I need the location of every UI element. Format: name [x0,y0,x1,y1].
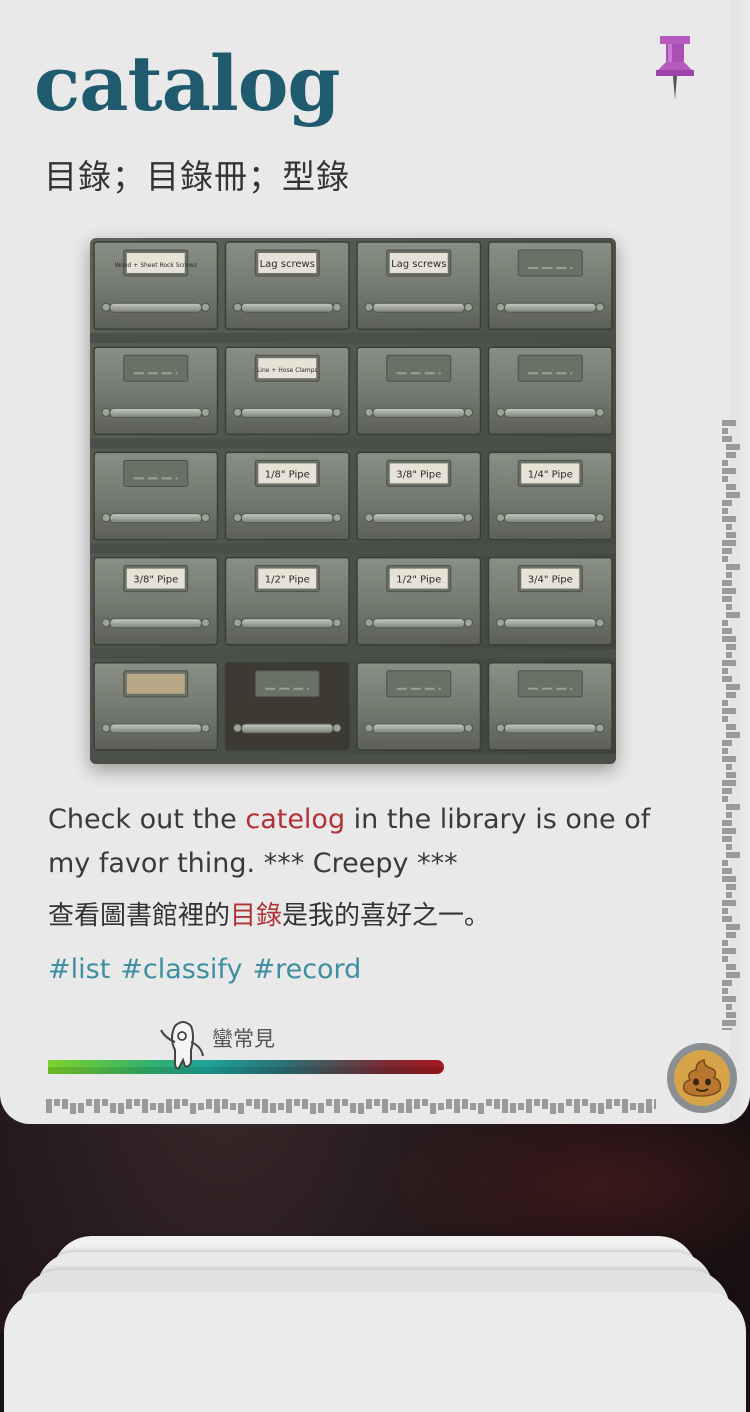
drawer-label: 1/4" Pipe [528,469,573,480]
translation: 目錄；目錄冊；型錄 [44,157,350,196]
filing-cabinet-image: Wood + Sheet Rock Screws Lag screws Lag sc… [90,238,616,764]
drawer-label: 3/4" Pipe [528,575,573,586]
avatar-button[interactable] [667,1043,737,1113]
drawer-label: 1/8" Pipe [265,469,310,480]
word-photo[interactable]: Wood + Sheet Rock Screws Lag screws Lag sc… [90,238,616,764]
poop-emoji-icon [674,1050,730,1106]
word-card[interactable]: catalog 目錄；目錄冊；型錄 Wood + Sheet Rock Scre… [0,0,750,1124]
drawer-label: 1/2" Pipe [396,575,441,586]
pushpin-icon [656,36,694,100]
frequency-bar [48,1060,444,1074]
stacked-card-4[interactable] [4,1292,746,1412]
tag-classify[interactable]: #classify [120,954,242,985]
drawer-label: Lag screws [391,259,446,270]
mascot-icon [155,1016,211,1074]
drawer-label: Wood + Sheet Rock Screws [115,262,197,269]
sentence-zh-after: 是我的喜好之一。 [282,901,491,931]
example-sentence-zh: 查看圖書館裡的目錄是我的喜好之一。 [48,896,698,936]
drawer-label: Line + Hose Clamps [257,367,318,374]
tag-list-item[interactable]: #list [48,954,110,985]
drawer-label: Lag screws [260,259,315,270]
example-sentence-en: Check out the catelog in the library is … [48,798,698,886]
sentence-en-highlight: catelog [245,804,346,835]
drawer-label: 3/8" Pipe [396,469,441,480]
edge-pattern-right [720,420,740,1034]
sentence-en-before: Check out the [48,804,246,835]
word-title: catalog [34,39,341,128]
tag-record[interactable]: #record [252,954,361,985]
tag-list: #list #classify #record [48,950,371,990]
frequency-label: 蠻常見 [212,1027,275,1051]
sentence-zh-highlight: 目錄 [230,901,283,931]
drawer-label: 3/8" Pipe [133,575,178,586]
pin-button[interactable] [654,34,698,106]
sentence-zh-before: 查看圖書館裡的 [48,901,231,931]
drawer-label: 1/2" Pipe [265,575,310,586]
edge-pattern-bottom [46,1098,660,1117]
